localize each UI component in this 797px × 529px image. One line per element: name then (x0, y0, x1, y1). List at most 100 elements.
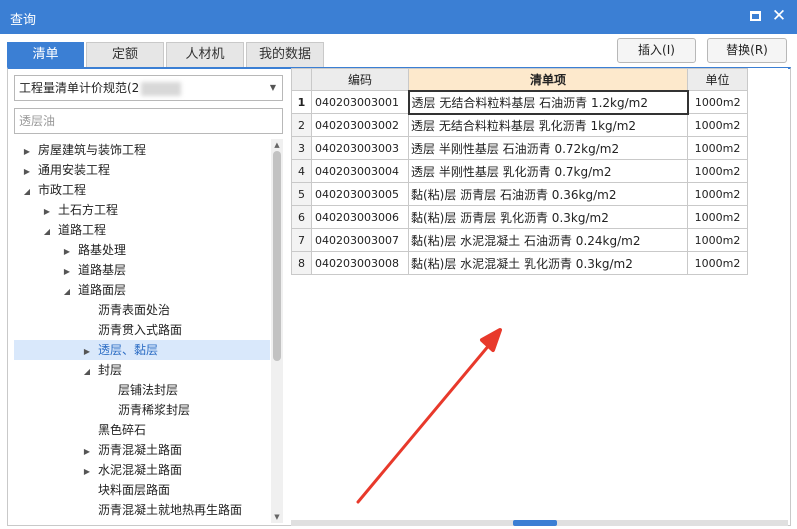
expand-icon[interactable]: ▶ (80, 342, 94, 362)
tree-item[interactable]: ◢ 道路工程 (14, 220, 270, 240)
tree-item-label: 块料面层路面 (98, 483, 171, 497)
scroll-down-icon[interactable]: ▼ (271, 511, 283, 523)
table-row[interactable]: 8 040203003008 黏(粘)层 水泥混凝土 乳化沥青 0.3kg/m2 10… (291, 251, 748, 275)
row-number[interactable]: 5 (291, 182, 312, 206)
maximize-icon[interactable] (745, 7, 765, 25)
collapse-icon[interactable]: ◢ (40, 222, 54, 242)
tree-item[interactable]: ▶ 透层、黏层 (14, 340, 270, 360)
table-row[interactable]: 7 040203003007 黏(粘)层 水泥混凝土 石油沥青 0.24kg/m2 1… (291, 228, 748, 252)
tab-quota[interactable]: 定额 (86, 42, 164, 68)
expand-icon[interactable]: ▶ (20, 162, 34, 182)
item-cell[interactable]: 透层 半刚性基层 乳化沥青 0.7kg/m2 (408, 159, 688, 183)
tree-item[interactable]: ▶ 沥青混凝土路面 (14, 440, 270, 460)
tree-scrollbar[interactable]: ▲ ▼ (271, 139, 283, 523)
code-cell[interactable]: 040203003007 (311, 228, 409, 252)
expand-icon[interactable]: ▶ (80, 462, 94, 482)
row-number[interactable]: 3 (291, 136, 312, 160)
tab-my-data[interactable]: 我的数据 (246, 42, 324, 68)
search-input[interactable] (14, 108, 283, 134)
unit-cell[interactable]: 1000m2 (687, 113, 748, 137)
scroll-thumb[interactable] (273, 151, 281, 361)
code-cell[interactable]: 040203003004 (311, 159, 409, 183)
item-cell[interactable]: 黏(粘)层 沥青层 乳化沥青 0.3kg/m2 (408, 205, 688, 229)
tree-item[interactable]: 沥青混凝土厂拌冷再生路面 (14, 520, 270, 523)
expand-icon[interactable]: ▶ (20, 142, 34, 162)
item-cell[interactable]: 透层 半刚性基层 石油沥青 0.72kg/m2 (408, 136, 688, 160)
tree-item[interactable]: ▶ 房屋建筑与装饰工程 (14, 140, 270, 160)
tree-item-label: 道路工程 (58, 223, 107, 237)
row-number[interactable]: 2 (291, 113, 312, 137)
code-cell[interactable]: 040203003003 (311, 136, 409, 160)
table-row[interactable]: 4 040203003004 透层 半刚性基层 乳化沥青 0.7kg/m2 1000m… (291, 159, 748, 183)
tree-item[interactable]: 沥青表面处治 (14, 300, 270, 320)
code-cell[interactable]: 040203003008 (311, 251, 409, 275)
item-header[interactable]: 清单项 (408, 68, 688, 91)
scroll-up-icon[interactable]: ▲ (271, 139, 283, 151)
unit-cell[interactable]: 1000m2 (687, 159, 748, 183)
unit-header[interactable]: 单位 (687, 68, 748, 91)
tree-item[interactable]: 沥青贯入式路面 (14, 320, 270, 340)
tree-item[interactable]: 黑色碎石 (14, 420, 270, 440)
tree-item[interactable]: ▶ 水泥混凝土路面 (14, 460, 270, 480)
tree-item-label: 层铺法封层 (118, 383, 179, 397)
row-number[interactable]: 1 (291, 90, 312, 114)
table-row[interactable]: 2 040203003002 透层 无结合料粒料基层 乳化沥青 1kg/m2 1000… (291, 113, 748, 137)
unit-cell[interactable]: 1000m2 (687, 90, 748, 114)
code-header[interactable]: 编码 (311, 68, 409, 91)
collapse-icon[interactable]: ◢ (80, 362, 94, 382)
tree-item[interactable]: ▶ 道路基层 (14, 260, 270, 280)
expand-icon[interactable]: ▶ (60, 242, 74, 262)
tree-item[interactable]: ◢ 道路面层 (14, 280, 270, 300)
unit-cell[interactable]: 1000m2 (687, 228, 748, 252)
code-cell[interactable]: 040203003005 (311, 182, 409, 206)
row-number[interactable]: 4 (291, 159, 312, 183)
table-row[interactable]: 5 040203003005 黏(粘)层 沥青层 石油沥青 0.36kg/m2 100… (291, 182, 748, 206)
tree-item[interactable]: ◢ 封层 (14, 360, 270, 380)
table-row[interactable]: 1 040203003001 透层 无结合料粒料基层 石油沥青 1.2kg/m2 10… (291, 89, 748, 115)
item-cell[interactable]: 黏(粘)层 沥青层 石油沥青 0.36kg/m2 (408, 182, 688, 206)
tree-item-label: 沥青贯入式路面 (98, 323, 183, 337)
tab-labor-materials[interactable]: 人材机 (166, 42, 244, 68)
tree-item-label: 通用安装工程 (38, 163, 111, 177)
tree-item[interactable]: 层铺法封层 (14, 380, 270, 400)
tree-item[interactable]: ◢ 市政工程 (14, 180, 270, 200)
unit-cell[interactable]: 1000m2 (687, 182, 748, 206)
tree-item[interactable]: ▶ 路基处理 (14, 240, 270, 260)
tree-item[interactable]: 沥青稀浆封层 (14, 400, 270, 420)
expand-icon[interactable]: ▶ (60, 262, 74, 282)
row-number[interactable]: 8 (291, 251, 312, 275)
tree-item[interactable]: 块料面层路面 (14, 480, 270, 500)
tree-item-label: 水泥混凝土路面 (98, 463, 183, 477)
table-row[interactable]: 6 040203003006 黏(粘)层 沥青层 乳化沥青 0.3kg/m2 1000… (291, 205, 748, 229)
unit-cell[interactable]: 1000m2 (687, 205, 748, 229)
code-cell[interactable]: 040203003001 (311, 90, 409, 114)
collapse-icon[interactable]: ◢ (20, 182, 34, 202)
item-cell[interactable]: 透层 无结合料粒料基层 乳化沥青 1kg/m2 (408, 113, 688, 137)
item-cell[interactable]: 透层 无结合料粒料基层 石油沥青 1.2kg/m2 (407, 89, 689, 115)
spec-select[interactable]: 工程量清单计价规范(2 ▼ (14, 75, 283, 101)
collapse-icon[interactable]: ◢ (60, 282, 74, 302)
unit-cell[interactable]: 1000m2 (687, 251, 748, 275)
code-cell[interactable]: 040203003006 (311, 205, 409, 229)
expand-icon[interactable]: ▶ (40, 202, 54, 222)
unit-cell[interactable]: 1000m2 (687, 136, 748, 160)
tree-item-label: 沥青混凝土就地热再生路面 (98, 503, 243, 517)
collapse-handle[interactable] (513, 520, 557, 526)
row-number[interactable]: 7 (291, 228, 312, 252)
expand-icon[interactable]: ▶ (80, 442, 94, 462)
item-cell[interactable]: 黏(粘)层 水泥混凝土 石油沥青 0.24kg/m2 (408, 228, 688, 252)
table-row[interactable]: 3 040203003003 透层 半刚性基层 石油沥青 0.72kg/m2 1000… (291, 136, 748, 160)
grid-splitter[interactable] (291, 520, 788, 526)
code-cell[interactable]: 040203003002 (311, 113, 409, 137)
replace-button[interactable]: 替换(R) (707, 38, 787, 63)
tree-item[interactable]: 沥青混凝土就地热再生路面 (14, 500, 270, 520)
left-panel: 工程量清单计价规范(2 ▼ ▶ 房屋建筑与装饰工程 ▶ 通用安装工程 ◢ 市政工程 ▶ 土石方… (14, 75, 285, 523)
tab-bill[interactable]: 清单 (7, 42, 84, 68)
item-cell[interactable]: 黏(粘)层 水泥混凝土 乳化沥青 0.3kg/m2 (408, 251, 688, 275)
tree-item[interactable]: ▶ 通用安装工程 (14, 160, 270, 180)
chevron-down-icon[interactable]: ▼ (270, 76, 276, 100)
tree-item[interactable]: ▶ 土石方工程 (14, 200, 270, 220)
close-icon[interactable]: ✕ (769, 7, 789, 25)
insert-button[interactable]: 插入(I) (617, 38, 696, 63)
row-number[interactable]: 6 (291, 205, 312, 229)
